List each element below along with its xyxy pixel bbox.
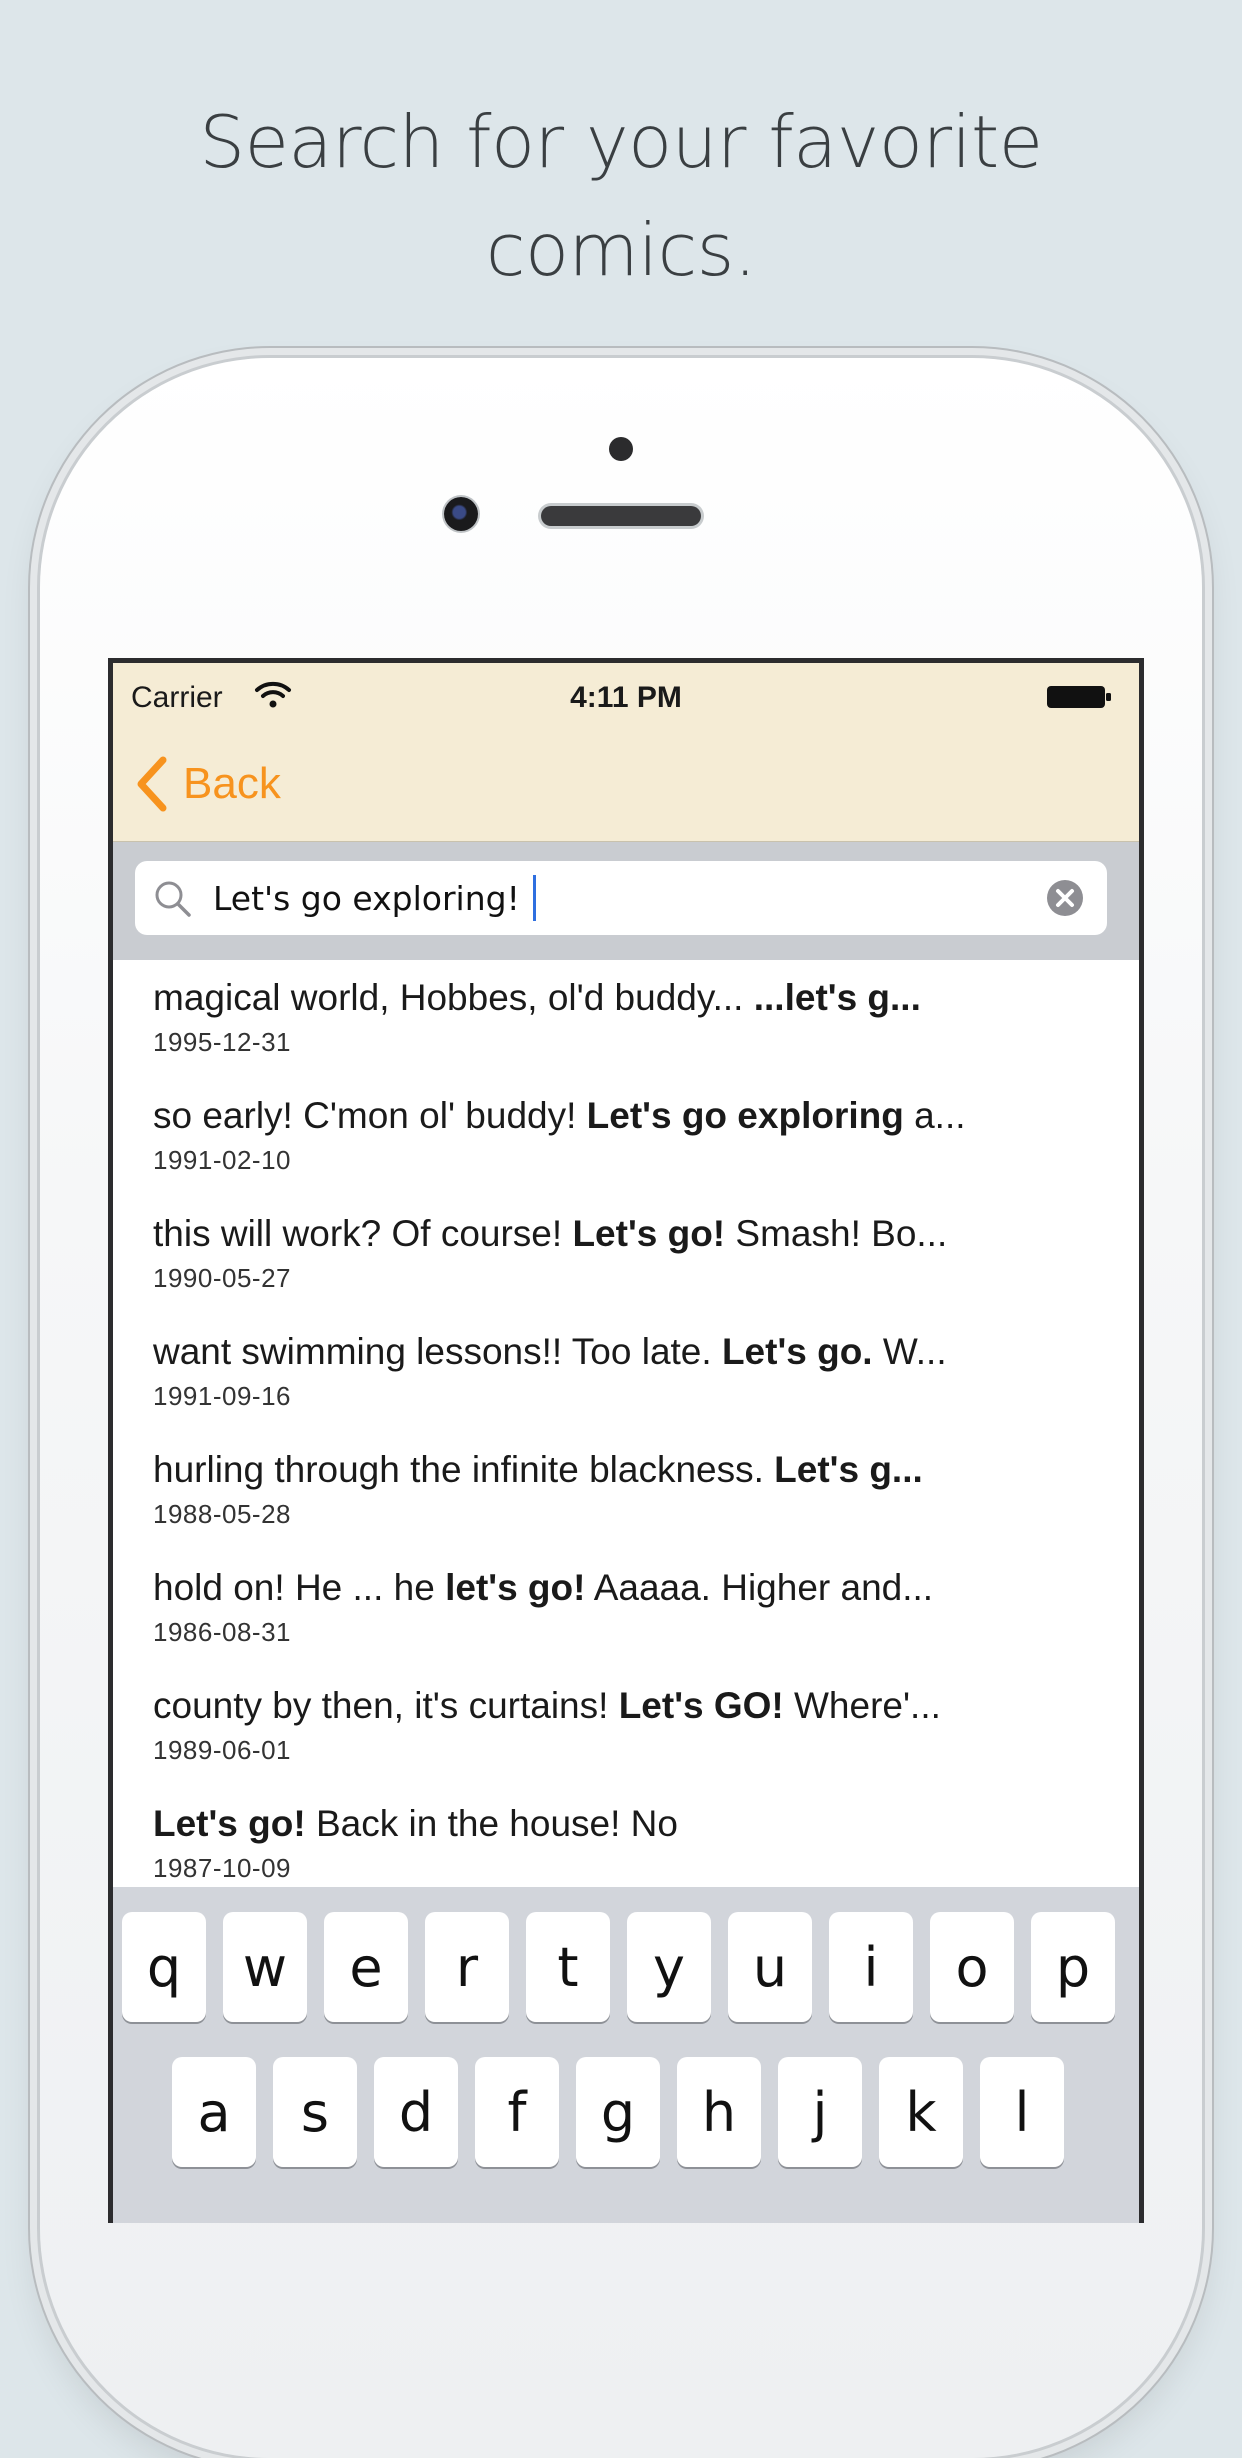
match-highlight: Let's GO! [618, 1685, 784, 1726]
text-caret [533, 875, 536, 921]
result-row[interactable]: magical world, Hobbes, ol'd buddy... ...… [113, 961, 1139, 1079]
clear-icon[interactable] [1045, 878, 1085, 918]
result-date: 1986-08-31 [153, 1617, 291, 1647]
result-snippet: magical world, Hobbes, ol'd buddy... ...… [153, 977, 921, 1018]
match-highlight: Let's go exploring [586, 1095, 904, 1136]
result-snippet: this will work? Of course! Let's go! Sma… [153, 1213, 948, 1254]
result-date: 1987-10-09 [153, 1853, 291, 1883]
result-date: 1989-06-01 [153, 1735, 291, 1765]
match-highlight: Let's go! [572, 1213, 726, 1254]
result-snippet: Let's go! Back in the house! No [153, 1803, 678, 1844]
status-time: 4:11 PM [570, 681, 682, 714]
key-l[interactable]: l [980, 2057, 1064, 2167]
search-input[interactable] [213, 861, 1013, 935]
key-t[interactable]: t [526, 1912, 610, 2022]
key-j[interactable]: j [778, 2057, 862, 2167]
key-e[interactable]: e [324, 1912, 408, 2022]
chevron-left-icon [137, 756, 167, 812]
battery-icon [1047, 686, 1111, 708]
front-camera [444, 497, 478, 531]
back-label: Back [183, 759, 281, 808]
key-a[interactable]: a [172, 2057, 256, 2167]
result-date: 1991-09-16 [153, 1381, 291, 1411]
key-u[interactable]: u [728, 1912, 812, 2022]
headline: Search for your favorite comics. [0, 88, 1242, 304]
proximity-sensor [609, 437, 633, 461]
result-row[interactable]: so early! C'mon ol' buddy! Let's go expl… [113, 1079, 1139, 1197]
result-date: 1995-12-31 [153, 1027, 291, 1057]
result-snippet: so early! C'mon ol' buddy! Let's go expl… [153, 1095, 966, 1136]
headline-line-1: Search for your favorite [199, 100, 1043, 184]
key-k[interactable]: k [879, 2057, 963, 2167]
result-row[interactable]: hold on! He ... he let's go! Aaaaa. High… [113, 1551, 1139, 1669]
key-q[interactable]: q [122, 1912, 206, 2022]
earpiece-speaker [541, 506, 701, 526]
key-d[interactable]: d [374, 2057, 458, 2167]
result-date: 1988-05-28 [153, 1499, 291, 1529]
results-list: magical world, Hobbes, ol'd buddy... ...… [113, 961, 1139, 1886]
phone-screen: Carrier 4:11 PM Back Let's go exploring!… [108, 658, 1144, 2223]
result-snippet: hurling through the infinite blackness. … [153, 1449, 923, 1490]
key-h[interactable]: h [677, 2057, 761, 2167]
result-date: 1991-02-10 [153, 1145, 291, 1175]
result-row[interactable]: county by then, it's curtains! Let's GO!… [113, 1669, 1139, 1787]
result-date: 1990-05-27 [153, 1263, 291, 1293]
key-i[interactable]: i [829, 1912, 913, 2022]
key-s[interactable]: s [273, 2057, 357, 2167]
result-snippet: hold on! He ... he let's go! Aaaaa. High… [153, 1567, 934, 1608]
search-icon [155, 881, 191, 917]
result-snippet: want swimming lessons!! Too late. Let's … [153, 1331, 947, 1372]
back-button[interactable]: Back [135, 749, 281, 819]
key-f[interactable]: f [475, 2057, 559, 2167]
keyboard: q w e r t y u i o p a s d f g h j k l [113, 1887, 1139, 2223]
result-row[interactable]: this will work? Of course! Let's go! Sma… [113, 1197, 1139, 1315]
match-highlight: let's go! [445, 1567, 586, 1608]
result-row[interactable]: hurling through the infinite blackness. … [113, 1433, 1139, 1551]
match-highlight: Let's g... [774, 1449, 923, 1490]
result-snippet: county by then, it's curtains! Let's GO!… [153, 1685, 941, 1726]
key-g[interactable]: g [576, 2057, 660, 2167]
result-row[interactable]: want swimming lessons!! Too late. Let's … [113, 1315, 1139, 1433]
navigation-bar: Carrier 4:11 PM Back [113, 663, 1139, 842]
key-p[interactable]: p [1031, 1912, 1115, 2022]
search-bar [113, 842, 1139, 960]
key-r[interactable]: r [425, 1912, 509, 2022]
key-y[interactable]: y [627, 1912, 711, 2022]
key-w[interactable]: w [223, 1912, 307, 2022]
search-field[interactable] [135, 861, 1107, 935]
match-highlight: ...let's g... [753, 977, 921, 1018]
key-o[interactable]: o [930, 1912, 1014, 2022]
match-highlight: Let's go! [153, 1803, 306, 1844]
headline-line-2: comics. [485, 208, 757, 292]
match-highlight: Let's go. [721, 1331, 873, 1372]
